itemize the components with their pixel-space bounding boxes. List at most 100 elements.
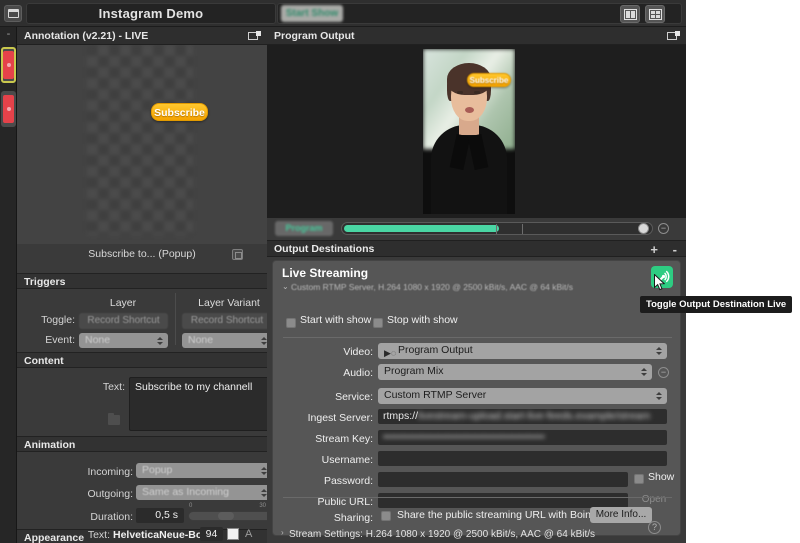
start-with-show-label: Start with show	[300, 314, 372, 326]
start-with-show-checkbox[interactable]	[286, 318, 296, 328]
minus-circle-icon[interactable]: −	[658, 367, 669, 378]
stream-key-value: ••••••••••••••••••••••••••••••••••••••••…	[383, 431, 545, 443]
font-color-swatch[interactable]	[227, 528, 239, 540]
password-input[interactable]	[378, 472, 628, 487]
layout-grid-icon[interactable]	[645, 5, 665, 23]
duration-label: Duration:	[90, 511, 133, 523]
audio-label: Audio:	[343, 367, 373, 379]
service-label: Service:	[335, 391, 373, 403]
divider	[283, 497, 672, 498]
event-variant-select[interactable]: None	[182, 333, 272, 348]
remove-destination-button[interactable]: -	[673, 241, 677, 258]
duplicate-icon[interactable]	[232, 249, 243, 260]
audio-source-value: Program Mix	[384, 365, 444, 377]
program-preview[interactable]: Subscribe	[267, 45, 686, 218]
incoming-animation-select[interactable]: Popup	[136, 463, 272, 478]
content-text-label: Text:	[102, 381, 125, 393]
record-shortcut-variant-button[interactable]: Record Shortcut	[182, 313, 272, 329]
duration-slider-min: 0	[189, 503, 193, 509]
title-bar: Instagram Demo Start Show	[0, 0, 686, 27]
stream-settings-summary[interactable]: Stream Settings: H.264 1080 x 1920 @ 250…	[289, 529, 595, 540]
video-subject-mouth	[465, 107, 474, 113]
video-source-icon: ▶◌	[384, 348, 397, 358]
help-icon[interactable]: ?	[648, 521, 661, 534]
section-triggers: Triggers	[17, 273, 267, 289]
program-meter-knob[interactable]	[638, 223, 649, 234]
layer-thumb[interactable]	[1, 91, 16, 127]
start-show-button[interactable]: Start Show	[281, 5, 343, 22]
outgoing-animation-value: Same as Incoming	[142, 486, 229, 498]
video-subject-eye-right	[474, 91, 480, 94]
folder-icon[interactable]	[108, 413, 120, 425]
duration-slider-knob[interactable]	[218, 512, 234, 520]
program-chip[interactable]: Program	[275, 221, 333, 236]
more-info-button[interactable]: More Info...	[590, 507, 652, 523]
triggers-col-layer: Layer	[109, 297, 137, 309]
transparency-checkerboard	[87, 45, 193, 235]
stream-key-label: Stream Key:	[315, 433, 373, 445]
program-meter-fill	[344, 225, 499, 232]
stream-key-input[interactable]: ••••••••••••••••••••••••••••••••••••••••…	[378, 430, 667, 445]
video-source-select[interactable]: ▶◌ Program Output	[378, 343, 667, 359]
video-source-value: Program Output	[398, 344, 473, 356]
service-select[interactable]: Custom RTMP Server	[378, 388, 667, 404]
incoming-animation-value: Popup	[142, 464, 173, 476]
duration-input[interactable]: 0,5 s	[136, 508, 184, 523]
event-layer-value: None	[85, 334, 111, 346]
username-label: Username:	[321, 454, 373, 466]
detach-window-icon[interactable]	[248, 31, 261, 41]
event-variant-value: None	[188, 334, 214, 346]
ingest-prefix: rtmps://	[383, 410, 419, 422]
chevron-updown-icon	[654, 389, 663, 402]
content-text-input[interactable]: Subscribe to my channell	[129, 377, 272, 431]
event-label: Event:	[45, 334, 75, 346]
annotation-panel-header: Annotation (v2.21) - LIVE	[17, 27, 267, 45]
ingest-value: livestream-upload.start-live-feeds.examp…	[418, 410, 651, 422]
share-public-url-checkbox[interactable]	[381, 511, 391, 521]
mouse-cursor	[654, 274, 665, 291]
sharing-label: Sharing:	[333, 512, 373, 524]
layer-thumb-selected[interactable]	[1, 47, 16, 83]
chevron-right-icon[interactable]: ›	[281, 528, 284, 537]
film-strip-icon[interactable]	[4, 5, 22, 22]
show-password-label: Show	[648, 471, 675, 483]
duration-slider[interactable]: 0 30	[188, 503, 272, 521]
subscribe-overlay-chip[interactable]: Subscribe	[151, 103, 208, 121]
program-output-title: Program Output	[274, 30, 355, 42]
canvas-caption: Subscribe to... (Popup)	[17, 244, 267, 264]
font-name-value[interactable]: HelveticaNeue-Bold	[113, 529, 212, 541]
program-meter-row: Program −	[267, 218, 686, 240]
font-size-input[interactable]: 94	[200, 527, 223, 541]
outgoing-animation-select[interactable]: Same as Incoming	[136, 485, 272, 500]
stop-with-show-checkbox[interactable]	[373, 318, 383, 328]
minus-circle-icon[interactable]: −	[658, 223, 669, 234]
username-input[interactable]	[378, 451, 667, 466]
duration-slider-max: 30	[259, 503, 266, 509]
preview-subscribe-overlay: Subscribe	[467, 73, 511, 87]
detach-window-icon[interactable]	[667, 31, 680, 41]
toggle-label: Toggle:	[41, 314, 75, 326]
annotation-canvas[interactable]: Subscribe	[17, 45, 267, 244]
public-url-input[interactable]	[378, 493, 628, 508]
output-destinations-header: Output Destinations + -	[267, 240, 686, 257]
triggers-column-divider	[175, 293, 176, 345]
program-meter-tick	[496, 224, 497, 234]
program-output-panel: Program Output Subscribe Program − Outpu…	[267, 27, 686, 543]
chevron-down-icon[interactable]: ⌄	[282, 282, 289, 291]
open-public-url-button[interactable]: Open	[634, 492, 674, 508]
live-streaming-destination-card: Live Streaming ⌄ Custom RTMP Server, H.2…	[272, 260, 681, 540]
layer-rail: -	[0, 27, 17, 543]
layout-split-icon[interactable]	[620, 5, 640, 23]
record-shortcut-layer-button[interactable]: Record Shortcut	[79, 313, 168, 329]
rail-collapse-button[interactable]: -	[3, 29, 14, 40]
chevron-updown-icon	[155, 334, 164, 347]
font-style-icon[interactable]: A	[245, 528, 252, 540]
audio-source-select[interactable]: Program Mix	[378, 364, 652, 380]
ingest-server-input[interactable]: rtmps://livestream-upload.start-live-fee…	[378, 409, 667, 424]
show-password-checkbox[interactable]	[634, 474, 644, 484]
destination-subtitle: Custom RTMP Server, H.264 1080 x 1920 @ …	[291, 282, 573, 292]
program-audio-meter[interactable]	[341, 222, 653, 235]
add-destination-button[interactable]: +	[650, 241, 658, 258]
video-frame: Subscribe	[423, 49, 515, 214]
event-layer-select[interactable]: None	[79, 333, 168, 348]
